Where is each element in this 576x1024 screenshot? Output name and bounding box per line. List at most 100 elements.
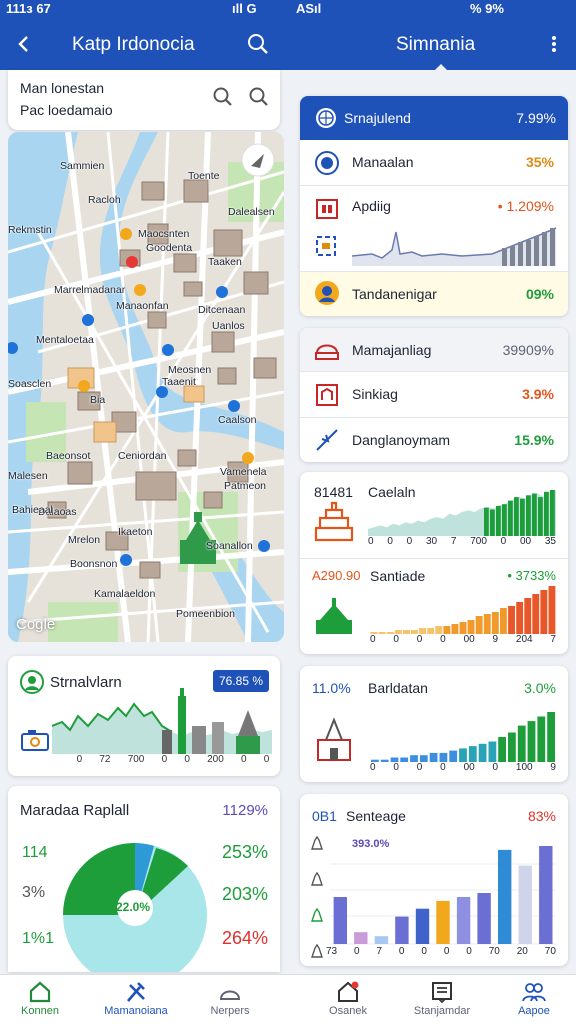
bar <box>496 505 501 536</box>
list-item-label: Manaalan <box>352 154 414 170</box>
list-item[interactable]: Apdiig • 1.209% <box>300 186 568 272</box>
chart-card-a[interactable]: 81481 Caelaln 0 0 0 30 7 700 0 00 35 A29… <box>300 472 568 654</box>
nav-label: Osanek <box>329 1005 367 1017</box>
map-label: Rekmstin <box>8 224 52 236</box>
tick-label: 700 <box>127 754 145 765</box>
tick-label: 0 <box>466 946 472 957</box>
list-item-label: Danglanoymam <box>352 432 451 448</box>
bar <box>498 737 506 762</box>
city-map[interactable]: Sammien Toente Racloh Dalealsen Maocsnte… <box>8 132 284 642</box>
tick-label: 200 <box>207 754 224 765</box>
chart-d-plot <box>330 846 556 945</box>
card-value: 1129% <box>222 802 268 819</box>
chart-card-c[interactable]: 11.0% Barldatan 3.0% 0 0 0 0 00 0 100 9 <box>300 666 568 782</box>
nav-label: Nerpers <box>210 1005 250 1017</box>
tick-label: 0 <box>370 634 376 645</box>
bar <box>550 490 555 536</box>
tick-label: 0 <box>76 754 83 765</box>
tick-label: 70 <box>544 946 556 957</box>
bar <box>520 498 525 536</box>
nav-item-people[interactable]: Aapoe <box>486 977 576 1017</box>
more-menu-icon[interactable] <box>540 30 568 58</box>
tower-icon <box>311 872 323 886</box>
bar <box>548 586 556 634</box>
map-label: Caalson <box>218 414 257 426</box>
status-left: 111з 67 <box>6 1 51 16</box>
page-title-left: Katp Irdonocia <box>72 34 195 55</box>
tick-label: 7 <box>376 946 383 957</box>
nav-item-documents[interactable]: Stanjamdar <box>394 977 490 1017</box>
bar <box>544 491 549 536</box>
tick-label: 0 <box>263 754 270 765</box>
search-icon[interactable] <box>244 30 272 58</box>
bar <box>517 725 526 762</box>
bar <box>449 750 458 762</box>
stats-chart-card[interactable]: Strnalvlarn 76.85 % 0 72 700 0 0 200 0 0 <box>8 656 280 776</box>
list-item-value: 3.9% <box>522 386 554 402</box>
nav-item-notifications[interactable]: Osanek <box>300 977 396 1017</box>
tick-label: 0 <box>393 762 399 773</box>
bar <box>532 493 537 536</box>
page-title-right: Simnania <box>396 34 476 55</box>
chart-title: Santiade <box>370 568 426 584</box>
list-item[interactable]: Manaalan 35% <box>300 140 568 186</box>
nav-item-tools[interactable]: Mamanoiana <box>88 977 184 1017</box>
chart-a-plot <box>368 490 556 536</box>
map-watermark: Cogle <box>16 616 56 633</box>
list-item[interactable]: Sinkiag 3.9% <box>300 372 568 418</box>
left-label: 1%1 <box>22 930 55 947</box>
tick-label: 0 <box>393 634 399 645</box>
tools-icon <box>127 982 145 1002</box>
chart-value-label: 81481 <box>314 484 353 500</box>
list-item[interactable]: Danglanoymam 15.9% <box>300 418 568 462</box>
tick-label: 0 <box>161 754 168 765</box>
x-axis: 0 0 0 0 00 0 100 9 <box>370 762 556 773</box>
nav-label: Mamanoiana <box>104 1005 168 1017</box>
search-icon[interactable] <box>212 86 234 108</box>
chart-card-d[interactable]: 0B1 Senteage 83% 393.0% 73 0 7 0 0 0 0 7… <box>300 794 568 966</box>
bar <box>508 606 515 634</box>
back-icon[interactable] <box>10 30 38 58</box>
nav-item-helmet[interactable]: Nerpers <box>182 977 278 1017</box>
tick-label: 72 <box>99 754 111 765</box>
x-axis: 73 0 7 0 0 0 0 70 20 70 <box>326 946 556 957</box>
map-label: Soanallon <box>206 540 253 552</box>
chart-title: Barldatan <box>368 680 428 696</box>
pie-chart-card[interactable]: Maradaa Raplall 1129% 114 3% 1%1 253% 20… <box>8 786 280 972</box>
bar <box>439 752 448 762</box>
chart-side-value: 83% <box>527 808 556 824</box>
map-label: Vamenela <box>220 466 267 478</box>
bar <box>477 893 491 944</box>
summary-header: Srnajulend 7.99% <box>300 96 568 140</box>
list-item[interactable]: Tandanenigar 09% <box>300 272 568 316</box>
list-item-label: Sinkiag <box>352 386 398 402</box>
tick-label: 204 <box>515 634 533 645</box>
bar <box>429 752 438 762</box>
x-axis: 0 0 0 30 7 700 0 00 35 <box>368 536 556 547</box>
map-label: Uanlos <box>212 320 245 332</box>
summary-list-card[interactable]: Srnajulend 7.99% Manaalan 35% Apdiig • 1… <box>300 96 568 316</box>
detail-list-card[interactable]: Mamajanliag 39909% Sinkiag 3.9% Danglano… <box>300 328 568 462</box>
map-label: Goodenta <box>146 242 193 254</box>
chart-value-label: A290.90 <box>312 568 361 583</box>
right-value: 264% <box>221 928 268 948</box>
bar <box>419 755 428 762</box>
bar <box>374 936 389 944</box>
search-alt-icon[interactable] <box>248 86 270 108</box>
right-value: 253% <box>221 842 268 862</box>
map-label: Patmeon <box>224 480 267 492</box>
bar <box>435 626 443 634</box>
search-card[interactable]: Man lonestan Pac loedamaio <box>8 70 280 130</box>
left-label: 114 <box>22 844 48 861</box>
chart-c-plot <box>371 712 555 762</box>
bar <box>491 612 499 634</box>
nav-item-home[interactable]: Konnen <box>0 977 88 1017</box>
y-axis <box>310 836 324 958</box>
bar <box>526 495 531 536</box>
chart-b-plot <box>370 586 556 634</box>
list-item[interactable]: Mamajanliag 39909% <box>300 328 568 372</box>
bar <box>456 897 471 944</box>
list-item-value: 35% <box>525 154 554 170</box>
tick-label: 0 <box>492 762 499 773</box>
bar <box>451 624 459 634</box>
